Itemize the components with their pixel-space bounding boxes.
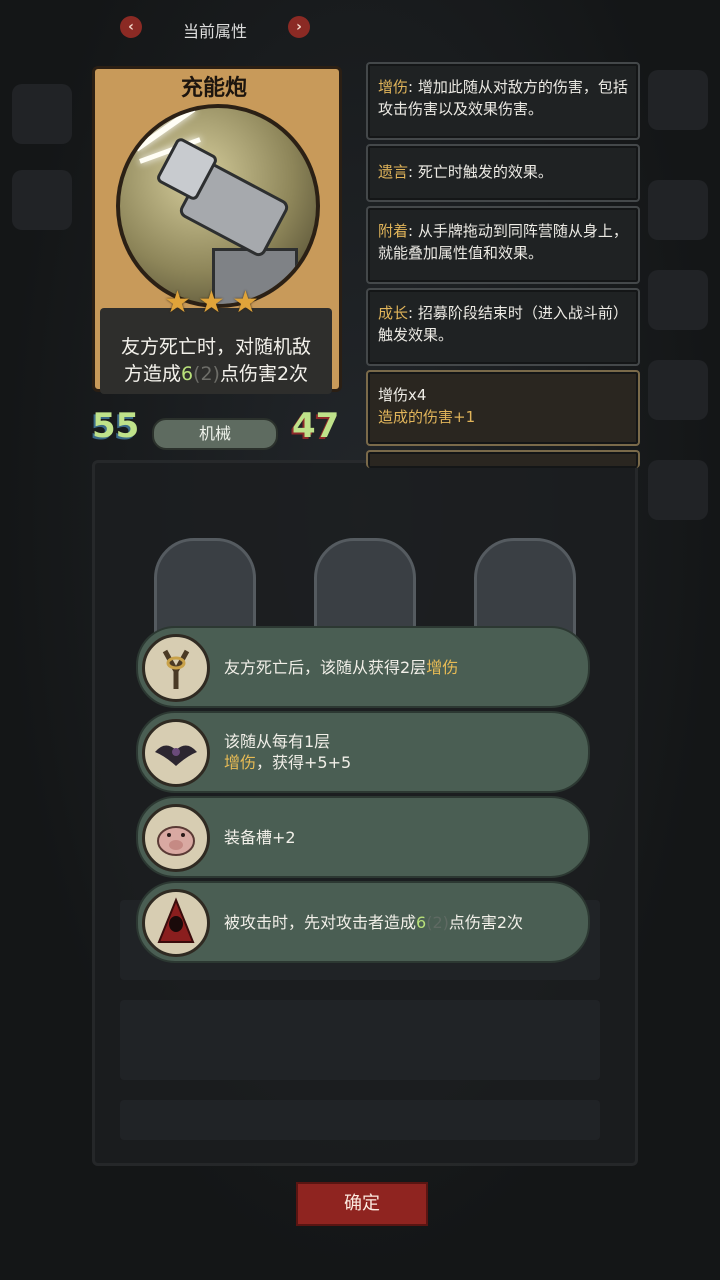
perk-text: 装备槽+2 xyxy=(224,798,564,876)
tribe-badge: 机械 xyxy=(152,418,278,450)
card-desc-line1: 友方死亡时，对随机敌 xyxy=(120,336,311,358)
perk-text: 被攻击时，先对攻击者造成6(2)点伤害2次 xyxy=(224,883,564,961)
star-icon: ★ xyxy=(232,285,259,320)
buff-effect-value: +1 xyxy=(453,408,476,426)
background-side-icon xyxy=(648,70,708,130)
keyword-info-text: 成长: 招募阶段结束时（进入战斗前）触发效果。 xyxy=(378,302,630,346)
damage-base-value: (2) xyxy=(193,363,220,385)
card-name: 充能炮 xyxy=(180,76,247,101)
background-strip xyxy=(120,1000,600,1080)
confirm-button[interactable]: 确定 xyxy=(296,1182,428,1226)
keyword-label: 遗言 xyxy=(378,163,409,181)
desc-text: 方造成 xyxy=(123,363,181,385)
star-rating: ★ ★ ★ xyxy=(164,288,264,318)
star-icon: ★ xyxy=(164,285,191,320)
desc-text: 点伤害2次 xyxy=(219,363,309,385)
perk-desc-text: ，获得+5+5 xyxy=(256,753,352,772)
keyword-desc: : 从手牌拖动到同阵营随从身上，就能叠加属性值和效果。 xyxy=(378,222,628,262)
charge-cannon-art xyxy=(116,104,320,308)
perk-desc-text: 友方死亡后，该随从获得2层 xyxy=(224,657,427,677)
keyword-desc: : 招募阶段结束时（进入战斗前）触发效果。 xyxy=(378,304,628,344)
perk-damage-value: 6 xyxy=(416,912,427,932)
buff-effect-text: 造成的伤害 xyxy=(378,408,454,426)
red-hood-icon xyxy=(142,889,210,957)
perk-desc-text: 点伤害2次 xyxy=(448,912,524,932)
perk-text: 友方死亡后，该随从获得2层增伤 xyxy=(224,628,564,706)
background-side-icon xyxy=(648,270,708,330)
minion-card: 充能炮 ★ ★ ★ 友方死亡时，对随机敌 方造成6(2)点伤害2次 55 机械 … xyxy=(86,62,342,452)
star-icon: ★ xyxy=(198,285,225,320)
bat-icon xyxy=(142,719,210,787)
keyword-info-text: 增伤: 增加此随从对敌方的伤害，包括攻击伤害以及效果伤害。 xyxy=(378,76,630,120)
perk-item[interactable]: 装备槽+2 xyxy=(136,796,590,878)
keyword-info-text: 附着: 从手牌拖动到同阵营随从身上，就能叠加属性值和效果。 xyxy=(378,220,630,264)
perk-item[interactable]: 友方死亡后，该随从获得2层增伤 xyxy=(136,626,590,708)
buff-info-box: 增伤x4 造成的伤害+1 xyxy=(366,370,640,446)
buff-info-text: 增伤x4 造成的伤害+1 xyxy=(378,384,630,428)
background-side-icon xyxy=(12,84,72,144)
damage-value: 6 xyxy=(180,363,194,385)
attribute-header: ‹ 当前属性 › xyxy=(0,12,430,44)
perk-desc: 装备槽+2 xyxy=(224,827,296,847)
keyword-info-box: 附着: 从手牌拖动到同阵营随从身上，就能叠加属性值和效果。 xyxy=(366,206,640,284)
background-side-icon xyxy=(648,180,708,240)
buff-stack-label: 增伤x4 xyxy=(378,386,427,404)
perk-damage-base: (2) xyxy=(426,912,449,932)
keyword-label: 成长 xyxy=(378,304,409,322)
background-side-icon xyxy=(648,460,708,520)
slingshot-icon xyxy=(142,634,210,702)
perk-text: 该随从每有1层 增伤，获得+5+5 xyxy=(224,713,564,791)
perk-keyword: 增伤 xyxy=(224,753,257,772)
keyword-info-box: 成长: 招募阶段结束时（进入战斗前）触发效果。 xyxy=(366,288,640,366)
perk-desc-line2: 增伤，获得+5+5 xyxy=(224,752,564,773)
background-side-icon xyxy=(12,170,72,230)
keyword-info-text: 遗言: 死亡时触发的效果。 xyxy=(378,161,630,183)
page-title: 当前属性 xyxy=(182,22,247,41)
buff-info-box-partial xyxy=(366,450,640,468)
buff-effect-line: 造成的伤害+1 xyxy=(378,406,630,428)
card-description: 友方死亡时，对随机敌 方造成6(2)点伤害2次 xyxy=(104,334,328,388)
health-value: 47 xyxy=(292,406,340,446)
pig-icon xyxy=(142,804,210,872)
perk-desc: 友方死亡后，该随从获得2层增伤 xyxy=(224,657,564,678)
keyword-label: 增伤 xyxy=(378,78,409,96)
perk-item[interactable]: 该随从每有1层 增伤，获得+5+5 xyxy=(136,711,590,793)
prev-arrow-button[interactable]: ‹ xyxy=(120,16,142,38)
card-desc-line2: 方造成6(2)点伤害2次 xyxy=(104,361,328,388)
keyword-info-box: 遗言: 死亡时触发的效果。 xyxy=(366,144,640,202)
keyword-desc: : 死亡时触发的效果。 xyxy=(408,163,553,181)
keyword-label: 附着 xyxy=(378,222,409,240)
attack-value: 55 xyxy=(92,406,140,446)
keyword-desc: : 增加此随从对敌方的伤害，包括攻击伤害以及效果伤害。 xyxy=(378,78,628,118)
perk-desc-line1: 该随从每有1层 xyxy=(224,732,331,751)
perk-desc: 被攻击时，先对攻击者造成6(2)点伤害2次 xyxy=(224,912,564,933)
perk-item[interactable]: 被攻击时，先对攻击者造成6(2)点伤害2次 xyxy=(136,881,590,963)
background-strip xyxy=(120,1100,600,1140)
perk-keyword: 增伤 xyxy=(426,657,459,677)
next-arrow-button[interactable]: › xyxy=(288,16,310,38)
keyword-info-box: 增伤: 增加此随从对敌方的伤害，包括攻击伤害以及效果伤害。 xyxy=(366,62,640,140)
background-side-icon xyxy=(648,360,708,420)
perk-desc-text: 被攻击时，先对攻击者造成 xyxy=(224,912,417,932)
